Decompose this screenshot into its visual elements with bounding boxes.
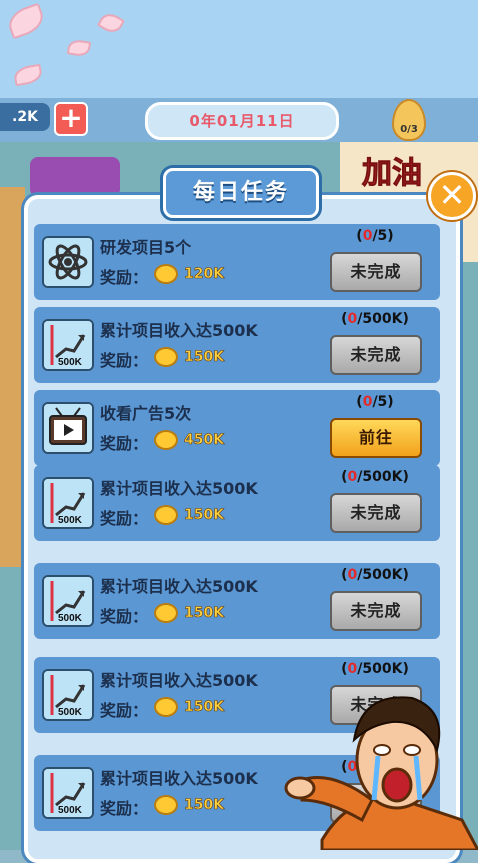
add-money-button[interactable]: +: [54, 102, 88, 136]
progress-done: 0: [347, 567, 358, 583]
coin-icon: [154, 347, 178, 367]
reward-value: 120K: [184, 266, 225, 283]
coin-icon: [154, 795, 178, 815]
task-progress: (0/5): [356, 228, 394, 244]
atom-icon: [42, 236, 94, 288]
panel-title: 每日任务: [163, 168, 319, 218]
reward-label: 奖励：: [100, 701, 149, 720]
incomplete-button[interactable]: 未完成: [330, 335, 422, 375]
progress-done: 0: [347, 661, 358, 677]
go-button[interactable]: 前往: [330, 418, 422, 458]
task-name: 累计项目收入达500K: [100, 769, 258, 788]
income-chart-icon: 500K: [42, 669, 94, 721]
task-row: 500K 累计项目收入达500K 奖励： 150K (0/500K) 未完成: [34, 307, 440, 383]
coin-icon: [154, 264, 178, 284]
reward-label: 奖励：: [100, 509, 149, 528]
close-button[interactable]: ✕: [428, 172, 476, 220]
purple-desk: [30, 157, 120, 197]
reward-value: 150K: [184, 605, 225, 622]
coin-icon: [154, 505, 178, 525]
cheer-banner: 加油: [362, 156, 423, 192]
task-progress: (0/500K): [341, 469, 409, 485]
task-progress: (0/5): [356, 394, 394, 410]
task-name: 研发项目5个: [100, 238, 192, 257]
progress-done: 0: [362, 228, 373, 244]
reward-label: 奖励：: [100, 351, 149, 370]
egg-count: 0/3: [400, 124, 418, 135]
reward-label: 奖励：: [100, 799, 149, 818]
task-row: 500K 累计项目收入达500K 奖励： 150K (0/500K) 未完成: [34, 465, 440, 541]
progress-done: 0: [362, 394, 373, 410]
reward-label: 奖励：: [100, 607, 149, 626]
progress-total: /500K: [357, 567, 403, 583]
reward-value: 150K: [184, 797, 225, 814]
svg-text:500K: 500K: [58, 613, 83, 624]
reward-value: 150K: [184, 507, 225, 524]
svg-text:500K: 500K: [58, 515, 83, 526]
reward-label: 奖励：: [100, 434, 149, 453]
task-name: 累计项目收入达500K: [100, 577, 258, 596]
progress-done: 0: [347, 469, 358, 485]
reward-value: 150K: [184, 699, 225, 716]
task-name: 累计项目收入达500K: [100, 321, 258, 340]
incomplete-button[interactable]: 未完成: [330, 493, 422, 533]
incomplete-button[interactable]: 未完成: [330, 252, 422, 292]
progress-total: /5: [372, 228, 388, 244]
tv-icon: [42, 402, 94, 454]
income-chart-icon: 500K: [42, 477, 94, 529]
coin-icon: [154, 430, 178, 450]
task-progress: (0/500K): [341, 311, 409, 327]
task-name: 累计项目收入达500K: [100, 479, 258, 498]
incomplete-button[interactable]: 未完成: [330, 591, 422, 631]
progress-done: 0: [347, 311, 358, 327]
crying-boss-character: [284, 696, 478, 850]
coin-icon: [154, 697, 178, 717]
progress-total: /500K: [357, 311, 403, 327]
task-progress: (0/500K): [341, 661, 409, 677]
reward-label: 奖励：: [100, 268, 149, 287]
wood-plank: [0, 187, 25, 567]
reward-value: 150K: [184, 349, 225, 366]
svg-text:500K: 500K: [58, 805, 83, 816]
task-name: 收看广告5次: [100, 404, 192, 423]
game-date: 0年01月11日: [145, 102, 339, 140]
income-chart-icon: 500K: [42, 767, 94, 819]
progress-total: /500K: [357, 469, 403, 485]
income-chart-icon: 500K: [42, 575, 94, 627]
svg-text:500K: 500K: [58, 357, 83, 368]
income-chart-icon: 500K: [42, 319, 94, 371]
task-progress: (0/500K): [341, 567, 409, 583]
coin-icon: [154, 603, 178, 623]
svg-text:500K: 500K: [58, 707, 83, 718]
task-row: 500K 累计项目收入达500K 奖励： 150K (0/500K) 未完成: [34, 563, 440, 639]
task-row: 收看广告5次 奖励： 450K (0/5) 前往: [34, 390, 440, 466]
money-display: .2K: [0, 103, 50, 131]
progress-total: /5: [372, 394, 388, 410]
reward-value: 450K: [184, 432, 225, 449]
task-name: 累计项目收入达500K: [100, 671, 258, 690]
progress-total: /500K: [357, 661, 403, 677]
task-row: 研发项目5个 奖励： 120K (0/5) 未完成: [34, 224, 440, 300]
